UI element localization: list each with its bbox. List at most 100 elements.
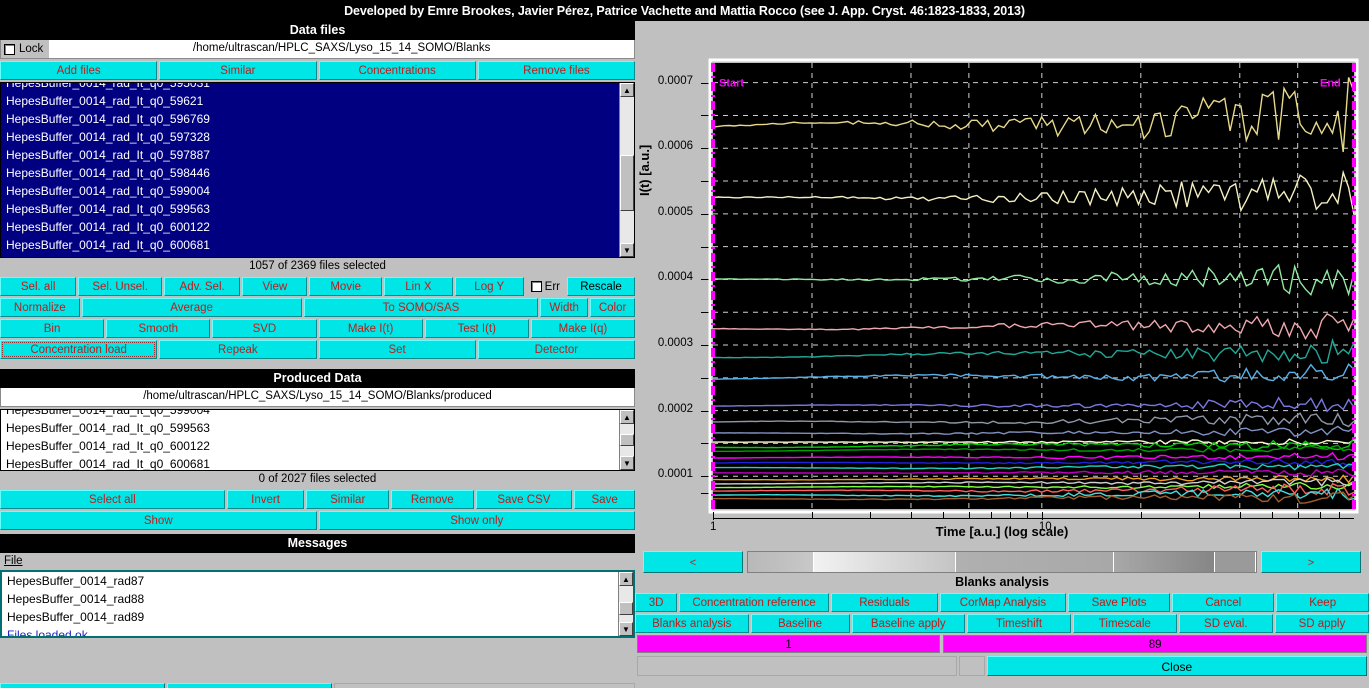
- average-button[interactable]: Average: [82, 298, 302, 317]
- save-csv-button[interactable]: Save CSV: [476, 490, 573, 509]
- data-files-list[interactable]: HepesBuffer_0014_rad_It_q0_595031HepesBu…: [0, 82, 635, 258]
- help-button[interactable]: Help: [0, 683, 165, 688]
- scroll-track[interactable]: [620, 97, 634, 243]
- list-item[interactable]: HepesBuffer_0014_rad_It_q0_599004: [1, 182, 619, 200]
- err-toggle[interactable]: Err: [526, 277, 565, 296]
- concentration-load-button[interactable]: Concentration load: [0, 340, 157, 359]
- color-button[interactable]: Color: [590, 298, 635, 317]
- plot-area[interactable]: I(t) [a.u.] 0.00010.00020.00030.00040.00…: [635, 21, 1369, 549]
- list-item[interactable]: HepesBuffer_0014_rad_It_q0_597887: [1, 146, 619, 164]
- 3d-button[interactable]: 3D: [635, 593, 677, 612]
- show-only-button[interactable]: Show only: [319, 511, 636, 530]
- log-y-button[interactable]: Log Y: [455, 277, 524, 296]
- data-files-path[interactable]: /home/ultrascan/HPLC_SAXS/Lyso_15_14_SOM…: [49, 40, 634, 58]
- list-item[interactable]: HepesBuffer_0014_rad_It_q0_599563: [1, 200, 619, 218]
- scroll-up-icon[interactable]: ▲: [620, 83, 634, 97]
- sel-all-button[interactable]: Sel. all: [0, 277, 76, 296]
- range-end-field[interactable]: 89: [943, 635, 1367, 653]
- detector-button[interactable]: Detector: [478, 340, 635, 359]
- slider-segment-3[interactable]: [956, 552, 1113, 572]
- slider-segment-2[interactable]: [814, 552, 956, 572]
- range-start-field[interactable]: 1: [637, 635, 940, 653]
- sel-unsel-button[interactable]: Sel. Unsel.: [78, 277, 162, 296]
- scroll-down-icon[interactable]: ▼: [619, 622, 633, 636]
- timeshift-button[interactable]: Timeshift: [967, 614, 1071, 633]
- list-item[interactable]: HepesBuffer_0014_rad_It_q0_599563: [1, 419, 619, 437]
- messages-list-items[interactable]: HepesBuffer_0014_rad87HepesBuffer_0014_r…: [2, 572, 618, 636]
- list-item[interactable]: HepesBuffer_0014_rad_It_q0_600122: [1, 437, 619, 455]
- view-button[interactable]: View: [242, 277, 307, 296]
- scroll-thumb[interactable]: [620, 155, 634, 210]
- invert-button[interactable]: Invert: [227, 490, 305, 509]
- scroll-track[interactable]: [620, 424, 634, 456]
- slider-segment-5[interactable]: [1215, 552, 1256, 572]
- list-item[interactable]: HepesBuffer_0014_rad_It_q0_597328: [1, 128, 619, 146]
- cormap-analysis-button[interactable]: CorMap Analysis: [940, 593, 1066, 612]
- timescale-button[interactable]: Timescale: [1073, 614, 1177, 633]
- messages-list[interactable]: HepesBuffer_0014_rad87HepesBuffer_0014_r…: [0, 570, 635, 638]
- similar-button[interactable]: Similar: [306, 490, 389, 509]
- options-button[interactable]: Options: [167, 683, 332, 688]
- scroll-thumb[interactable]: [619, 602, 633, 615]
- remove-files-button[interactable]: Remove files: [478, 61, 635, 80]
- data-files-list-items[interactable]: HepesBuffer_0014_rad_It_q0_595031HepesBu…: [1, 83, 619, 257]
- produced-data-path[interactable]: /home/ultrascan/HPLC_SAXS/Lyso_15_14_SOM…: [1, 388, 634, 406]
- list-item[interactable]: HepesBuffer_0014_rad_It_q0_595031: [1, 83, 619, 92]
- show-button[interactable]: Show: [0, 511, 317, 530]
- sd-eval-button[interactable]: SD eval.: [1179, 614, 1273, 633]
- remove-button[interactable]: Remove: [391, 490, 474, 509]
- keep-button[interactable]: Keep: [1276, 593, 1369, 612]
- lin-x-button[interactable]: Lin X: [384, 277, 453, 296]
- save-plots-button[interactable]: Save Plots: [1068, 593, 1170, 612]
- scroll-thumb[interactable]: [620, 434, 634, 447]
- slider-segment-4[interactable]: [1114, 552, 1216, 572]
- list-item[interactable]: HepesBuffer_0014_rad_It_q0_600122: [1, 218, 619, 236]
- normalize-button[interactable]: Normalize: [0, 298, 80, 317]
- produced-data-scrollbar[interactable]: ▲ ▼: [619, 410, 634, 470]
- err-checkbox[interactable]: [531, 281, 542, 292]
- baseline-button[interactable]: Baseline: [751, 614, 850, 633]
- chart-canvas[interactable]: StartEnd: [635, 21, 1369, 521]
- smooth-button[interactable]: Smooth: [106, 319, 210, 338]
- blanks-analysis-button[interactable]: Blanks analysis: [635, 614, 749, 633]
- svd-button[interactable]: SVD: [212, 319, 316, 338]
- set-button[interactable]: Set: [319, 340, 476, 359]
- concentration-reference-button[interactable]: Concentration reference: [679, 593, 829, 612]
- concentrations-button[interactable]: Concentrations: [319, 61, 476, 80]
- save-button[interactable]: Save: [574, 490, 635, 509]
- sd-apply-button[interactable]: SD apply: [1275, 614, 1369, 633]
- bin-button[interactable]: Bin: [0, 319, 104, 338]
- add-files-button[interactable]: Add files: [0, 61, 157, 80]
- adv-sel-button[interactable]: Adv. Sel.: [164, 277, 240, 296]
- list-item[interactable]: HepesBuffer_0014_rad_It_q0_599004: [1, 410, 619, 419]
- test-i-t-button[interactable]: Test I(t): [425, 319, 529, 338]
- slider-prev-button[interactable]: <: [643, 551, 743, 573]
- data-files-scrollbar[interactable]: ▲ ▼: [619, 83, 634, 257]
- movie-button[interactable]: Movie: [309, 277, 382, 296]
- lock-checkbox[interactable]: [4, 44, 15, 55]
- message-item[interactable]: HepesBuffer_0014_rad87: [2, 572, 618, 590]
- baseline-apply-button[interactable]: Baseline apply: [852, 614, 966, 633]
- message-item[interactable]: HepesBuffer_0014_rad88: [2, 590, 618, 608]
- rescale-button[interactable]: Rescale: [567, 277, 635, 296]
- plot-slider-track[interactable]: [747, 551, 1257, 573]
- to-somo-sas-button[interactable]: To SOMO/SAS: [304, 298, 539, 317]
- lock-toggle[interactable]: Lock: [1, 40, 49, 58]
- cancel-button[interactable]: Cancel: [1172, 593, 1274, 612]
- produced-data-list-items[interactable]: HepesBuffer_0014_rad_It_q0_599004HepesBu…: [1, 410, 619, 470]
- list-item[interactable]: HepesBuffer_0014_rad_It_q0_59621: [1, 92, 619, 110]
- list-item[interactable]: HepesBuffer_0014_rad_It_q0_600681: [1, 236, 619, 254]
- scroll-up-icon[interactable]: ▲: [619, 572, 633, 586]
- messages-file-menu[interactable]: File: [0, 553, 635, 570]
- select-all-button[interactable]: Select all: [0, 490, 225, 509]
- messages-scrollbar[interactable]: ▲ ▼: [618, 572, 633, 636]
- make-i-t-button[interactable]: Make I(t): [319, 319, 423, 338]
- scroll-down-icon[interactable]: ▼: [620, 243, 634, 257]
- produced-data-list[interactable]: HepesBuffer_0014_rad_It_q0_599004HepesBu…: [0, 409, 635, 471]
- close-button[interactable]: Close: [987, 656, 1367, 676]
- list-item[interactable]: HepesBuffer_0014_rad_It_q0_598446: [1, 164, 619, 182]
- message-item[interactable]: HepesBuffer_0014_rad89: [2, 608, 618, 626]
- scroll-down-icon[interactable]: ▼: [620, 456, 634, 470]
- residuals-button[interactable]: Residuals: [831, 593, 938, 612]
- similar-button[interactable]: Similar: [159, 61, 316, 80]
